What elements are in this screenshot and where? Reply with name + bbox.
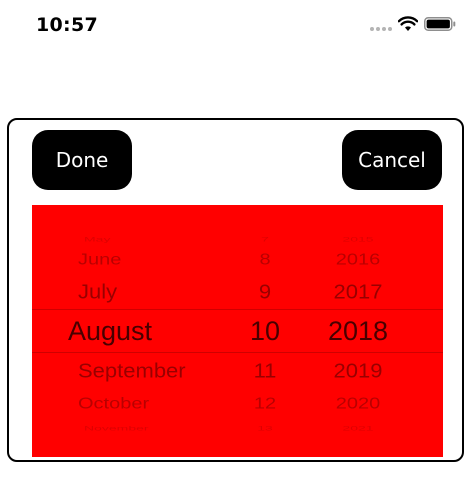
month-option[interactable]: May	[32, 234, 232, 245]
year-option[interactable]: 2020	[298, 394, 418, 414]
status-time: 10:57	[36, 14, 98, 36]
selected-day[interactable]: 10	[232, 314, 298, 348]
month-option[interactable]: June	[32, 250, 232, 270]
date-picker-wheel[interactable]: May June July August September October N…	[32, 205, 443, 457]
day-option[interactable]: 13	[232, 423, 298, 434]
year-option[interactable]: 2015	[298, 234, 418, 245]
day-option[interactable]: 8	[232, 250, 298, 270]
year-option[interactable]: 2016	[298, 250, 418, 270]
status-bar: 10:57	[0, 0, 474, 50]
year-option[interactable]: 2019	[298, 358, 418, 384]
month-column[interactable]: May June July August September October N…	[32, 205, 232, 457]
year-option[interactable]: 2017	[298, 279, 418, 305]
day-option[interactable]: 9	[232, 279, 298, 305]
done-button[interactable]: Done	[32, 130, 132, 190]
day-option[interactable]: 11	[232, 358, 298, 384]
month-option[interactable]: September	[32, 358, 232, 384]
selected-month[interactable]: August	[32, 314, 232, 348]
year-option[interactable]: 2021	[298, 423, 418, 434]
day-column[interactable]: 7 8 9 10 11 12 13	[232, 205, 298, 457]
month-option[interactable]: July	[32, 279, 232, 305]
month-option[interactable]: November	[32, 423, 232, 434]
battery-icon	[424, 17, 456, 31]
selected-year[interactable]: 2018	[298, 314, 418, 348]
wifi-icon	[398, 16, 418, 31]
day-option[interactable]: 7	[232, 234, 298, 245]
month-option[interactable]: October	[32, 394, 232, 414]
day-option[interactable]: 12	[232, 394, 298, 414]
year-column[interactable]: 2015 2016 2017 2018 2019 2020 2021	[298, 205, 418, 457]
cellular-signal-icon	[370, 27, 396, 32]
cancel-button[interactable]: Cancel	[342, 130, 442, 190]
